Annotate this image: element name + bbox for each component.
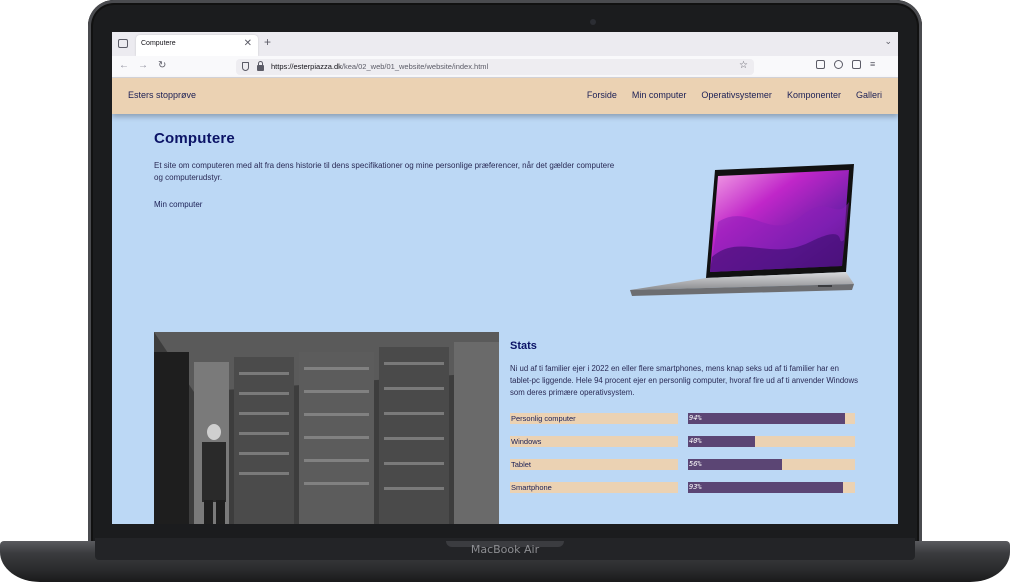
nav-link-forside[interactable]: Forside: [587, 90, 617, 100]
stat-bar: 93%: [688, 482, 855, 493]
extensions-icon[interactable]: [852, 60, 861, 69]
stat-label: Windows: [510, 436, 678, 447]
stat-bar-fill: [688, 482, 844, 493]
new-tab-button[interactable]: +: [264, 35, 271, 49]
close-icon[interactable]: ✕: [244, 38, 252, 49]
stat-bar: 40%: [688, 436, 855, 447]
nav-link-galleri[interactable]: Galleri: [856, 90, 882, 100]
bookmark-star-icon[interactable]: ☆: [739, 60, 748, 71]
stat-value: 93%: [689, 483, 702, 491]
stat-row: Personlig computer 94%: [510, 413, 855, 424]
url-path: /kea/02_web/01_website/website/index.htm…: [341, 62, 489, 71]
menu-icon[interactable]: ≡: [870, 60, 875, 69]
historic-computer-photo: [154, 332, 499, 524]
browser-tab-bar: Computere ✕ + ⌄: [112, 32, 898, 56]
url-text[interactable]: https://esterpiazza.dk/kea/02_web/01_web…: [271, 62, 488, 71]
page-title: Computere: [154, 130, 235, 147]
stat-label: Personlig computer: [510, 413, 678, 424]
nav-link-komponenter[interactable]: Komponenter: [787, 90, 841, 100]
stat-value: 94%: [689, 414, 702, 422]
screen: Computere ✕ + ⌄ ← → ↻ https://esterpiazz…: [112, 32, 898, 524]
url-host: https://esterpiazza.dk: [271, 62, 342, 71]
stat-row: Smartphone 93%: [510, 482, 855, 493]
site-nav: Forside Min computer Operativsystemer Ko…: [587, 90, 882, 100]
tab-overview-icon[interactable]: [118, 39, 128, 48]
tab-title: Computere: [141, 40, 176, 47]
forward-button[interactable]: →: [138, 60, 148, 71]
stat-value: 56%: [689, 460, 702, 468]
chevron-down-icon[interactable]: ⌄: [884, 36, 892, 47]
site-header: Esters stopprøve Forside Min computer Op…: [112, 78, 898, 114]
pocket-icon[interactable]: [816, 60, 825, 69]
intro-text: Et site om computeren med alt fra dens h…: [154, 161, 615, 182]
browser-nav-bar: ← → ↻ https://esterpiazza.dk/kea/02_web/…: [112, 56, 898, 78]
laptop-image: [630, 164, 854, 296]
address-bar[interactable]: https://esterpiazza.dk/kea/02_web/01_web…: [236, 59, 754, 75]
site-logo[interactable]: Esters stopprøve: [128, 90, 196, 100]
reload-button[interactable]: ↻: [158, 60, 166, 71]
shield-icon[interactable]: [242, 62, 249, 71]
min-computer-link[interactable]: Min computer: [154, 200, 202, 209]
stat-bar: 94%: [688, 413, 855, 424]
toolbar-icons: ≡: [816, 60, 875, 69]
device-model-label: MacBook Air: [470, 543, 540, 556]
stat-bar-fill: [688, 413, 845, 424]
stat-value: 40%: [689, 437, 702, 445]
camera-icon: [590, 19, 596, 25]
stat-row: Windows 40%: [510, 436, 855, 447]
stat-bar: 56%: [688, 459, 855, 470]
back-button[interactable]: ←: [119, 60, 129, 71]
browser-tab[interactable]: Computere ✕: [136, 35, 258, 56]
stat-bar-fill: [688, 459, 782, 470]
stats-text: Ni ud af ti familier ejer i 2022 en elle…: [510, 364, 859, 397]
nav-link-operativsystemer[interactable]: Operativsystemer: [701, 90, 772, 100]
stats-title: Stats: [510, 340, 537, 352]
stat-label: Smartphone: [510, 482, 678, 493]
lock-icon[interactable]: [257, 61, 264, 71]
account-icon[interactable]: [834, 60, 843, 69]
nav-link-min-computer[interactable]: Min computer: [632, 90, 687, 100]
stat-row: Tablet 56%: [510, 459, 855, 470]
stat-label: Tablet: [510, 459, 678, 470]
